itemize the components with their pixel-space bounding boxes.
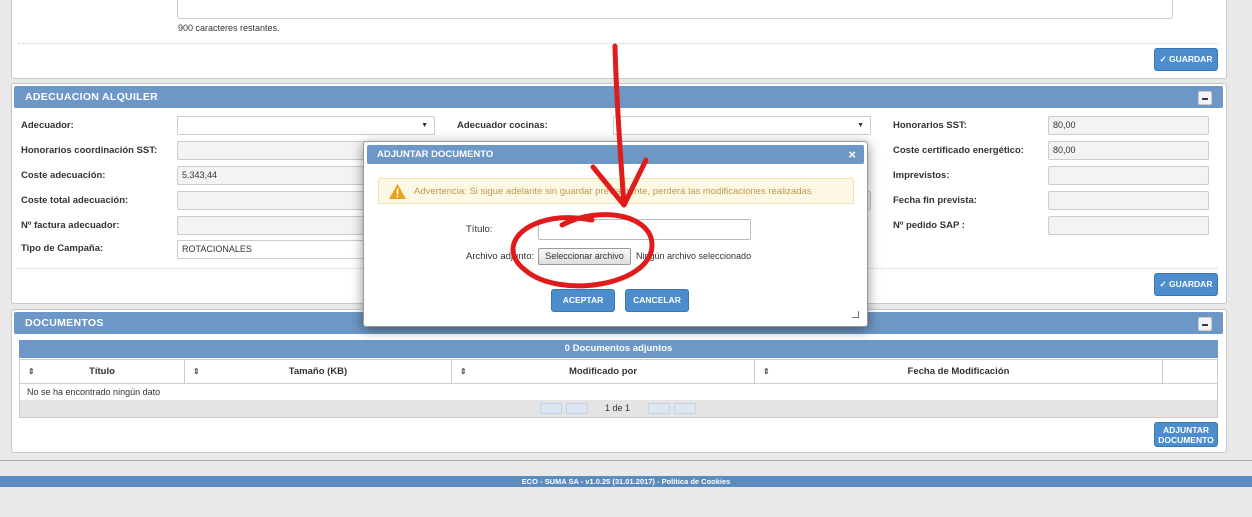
label-coste-total: Coste total adecuación: — [21, 195, 129, 206]
warning-text: Advertencia: Si sigue adelante sin guard… — [414, 186, 812, 197]
label-adecuador-cocinas: Adecuador cocinas: — [457, 120, 548, 131]
page-info: 1 de 1 — [605, 403, 631, 413]
label-honorarios-sst: Honorarios SST: — [893, 120, 967, 131]
documentos-title: DOCUMENTOS — [25, 317, 104, 329]
adecuacion-title: ADECUACION ALQUILER — [25, 91, 159, 103]
resize-handle-icon[interactable] — [852, 311, 859, 318]
save-button-top[interactable]: ✓ GUARDAR — [1154, 48, 1218, 71]
footer-text[interactable]: ECO - SUMA SA - v1.0.25 (31.01.2017) - P… — [522, 477, 731, 486]
label-honorarios-coord: Honorarios coordinación SST: — [21, 145, 158, 156]
dialog-titlebar: ADJUNTAR DOCUMENTO × — [367, 145, 864, 164]
table-row: No se ha encontrado ningún dato — [19, 384, 1218, 401]
col-titulo[interactable]: ⇕ Título — [20, 360, 185, 383]
titulo-label: Título: — [466, 224, 493, 235]
select-file-button[interactable]: Seleccionar archivo — [538, 248, 631, 265]
adecuador-select[interactable]: ▼ — [177, 116, 435, 135]
label-fecha-fin: Fecha fin prevista: — [893, 195, 977, 206]
label-adecuador: Adecuador: — [21, 120, 74, 131]
chars-remaining: 900 caracteres restantes. — [178, 23, 280, 33]
label-factura: Nº factura adecuador: — [21, 220, 120, 231]
honorarios-sst-input[interactable]: 80,00 — [1048, 116, 1209, 135]
honorarios-coord-input[interactable] — [177, 141, 367, 160]
first-page-button[interactable] — [540, 403, 562, 414]
adecuacion-header: ADECUACION ALQUILER — [14, 86, 1223, 108]
warning-box: Advertencia: Si sigue adelante sin guard… — [378, 178, 854, 204]
titulo-input[interactable] — [538, 219, 751, 240]
observations-textarea[interactable] — [177, 0, 1173, 19]
adecuador-cocinas-select[interactable]: ▼ — [613, 116, 871, 135]
imprevistos-input[interactable] — [1048, 166, 1209, 185]
label-coste-adecuacion: Coste adecuación: — [21, 170, 106, 181]
close-icon[interactable]: × — [848, 145, 856, 164]
dropdown-caret-icon: ▼ — [857, 122, 864, 129]
footer: ECO - SUMA SA - v1.0.25 (31.01.2017) - P… — [0, 476, 1252, 487]
col-modificado[interactable]: ⇕ Modificado por — [452, 360, 755, 383]
last-page-button[interactable] — [674, 403, 696, 414]
pedido-sap-input[interactable] — [1048, 216, 1209, 235]
dropdown-caret-icon: ▼ — [421, 122, 428, 129]
accept-button[interactable]: ACEPTAR — [551, 289, 615, 312]
factura-input[interactable] — [177, 216, 367, 235]
sort-icon: ⇕ — [193, 367, 200, 376]
sort-icon: ⇕ — [763, 367, 770, 376]
archivo-label: Archivo adjunto: — [466, 251, 535, 262]
empty-message: No se ha encontrado ningún dato — [27, 387, 161, 397]
sort-icon: ⇕ — [28, 367, 35, 376]
label-pedido-sap: Nº pedido SAP : — [893, 220, 965, 231]
coste-adecuacion-input[interactable]: 5.343,44 — [177, 166, 367, 185]
label-imprevistos: Imprevistos: — [893, 170, 950, 181]
attach-document-dialog: ADJUNTAR DOCUMENTO × Advertencia: Si sig… — [363, 141, 868, 327]
cancel-button[interactable]: CANCELAR — [625, 289, 689, 312]
warning-icon — [389, 184, 406, 199]
page-border-line — [0, 460, 1252, 461]
fecha-fin-input[interactable] — [1048, 191, 1209, 210]
col-fecha[interactable]: ⇕ Fecha de Modificación — [755, 360, 1163, 383]
coste-certificado-input[interactable]: 80,00 — [1048, 141, 1209, 160]
file-status: Ningún archivo seleccionado — [636, 251, 752, 261]
attach-document-button[interactable]: ADJUNTAR DOCUMENTO — [1154, 422, 1218, 447]
tipo-campana-select[interactable]: ROTACIONALES — [177, 240, 367, 259]
divider — [18, 43, 1218, 44]
collapse-documentos-button[interactable] — [1198, 317, 1212, 331]
collapse-adecuacion-button[interactable] — [1198, 91, 1212, 105]
sort-icon: ⇕ — [460, 367, 467, 376]
next-page-button[interactable] — [648, 403, 670, 414]
label-coste-certificado: Coste certificado energético: — [893, 145, 1024, 156]
documents-table-title: 0 Documentos adjuntos — [19, 340, 1218, 358]
prev-page-button[interactable] — [566, 403, 588, 414]
check-icon: ✓ — [1159, 54, 1167, 64]
col-tamano[interactable]: ⇕ Tamaño (KB) — [185, 360, 452, 383]
observations-panel: 900 caracteres restantes. ✓ GUARDAR — [11, 0, 1227, 79]
dialog-title: ADJUNTAR DOCUMENTO — [377, 149, 494, 160]
label-tipo-campana: Tipo de Campaña: — [21, 243, 104, 254]
coste-total-input[interactable] — [177, 191, 367, 210]
check-icon: ✓ — [1159, 279, 1167, 289]
save-button-adecuacion[interactable]: ✓ GUARDAR — [1154, 273, 1218, 296]
